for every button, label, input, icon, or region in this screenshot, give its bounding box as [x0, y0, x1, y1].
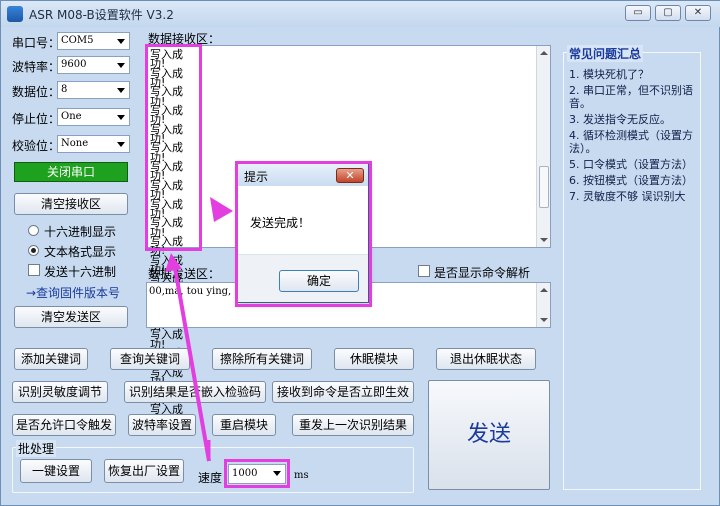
allow-trigger-button[interactable]: 是否允许口令触发 [12, 414, 116, 436]
stop-bits-select[interactable]: One [57, 108, 130, 126]
chevron-down-icon [117, 115, 125, 120]
maximize-button[interactable]: ▢ [655, 5, 681, 21]
show-parse-checkbox[interactable] [418, 265, 430, 277]
faq-item[interactable]: 1. 模块死机了？ [569, 68, 697, 81]
stop-bits-label: 停止位： [12, 112, 61, 126]
scroll-up-icon [540, 288, 548, 292]
minimize-button[interactable]: ▭ [625, 5, 651, 21]
data-bits-select[interactable]: 8 [57, 81, 130, 99]
scroll-thumb[interactable] [539, 166, 549, 208]
faq-item[interactable]: 2. 串口正常，但不识别语音。 [569, 84, 697, 110]
scroll-up-icon [540, 51, 548, 55]
close-port-button[interactable]: 关闭串口 [14, 162, 128, 182]
speed-highlight [224, 459, 290, 488]
send-area-label: 数据发送区： [148, 267, 221, 281]
scroll-down-icon [540, 238, 548, 242]
faq-title: 常见问题汇总 [567, 45, 644, 62]
port-label: 串口号： [12, 36, 61, 50]
sensitivity-button[interactable]: 识别灵敏度调节 [12, 381, 108, 403]
baud-setting-button[interactable]: 波特率设置 [128, 414, 196, 436]
parity-value: None [61, 138, 89, 149]
clear-receive-button[interactable]: 清空接收区 [14, 193, 128, 215]
chevron-down-icon [117, 142, 125, 147]
parity-label: 校验位： [12, 139, 61, 153]
speed-unit: ms [294, 470, 309, 481]
dialog-highlight [235, 161, 372, 307]
stop-bits-value: One [61, 111, 82, 122]
hex-display-label: 十六进制显示 [44, 225, 117, 239]
scroll-down-icon [540, 318, 548, 322]
text-display-label: 文本格式显示 [44, 245, 117, 259]
query-keyword-button[interactable]: 查询关键词 [110, 348, 190, 370]
send-text: 00,ma, tou ying, [149, 286, 232, 297]
data-bits-label: 数据位： [12, 85, 61, 99]
send-button[interactable]: 发送 [428, 380, 550, 490]
close-window-button[interactable]: ✕ [685, 5, 711, 21]
one-key-setup-button[interactable]: 一键设置 [20, 459, 92, 483]
receive-scrollbar[interactable] [536, 46, 550, 247]
restart-module-button[interactable]: 重启模块 [212, 414, 276, 436]
clear-send-button[interactable]: 清空发送区 [14, 306, 128, 328]
baud-select[interactable]: 9600 [57, 56, 130, 74]
app-icon [7, 6, 23, 22]
hex-display-radio[interactable] [28, 225, 39, 236]
add-keyword-button[interactable]: 添加关键词 [14, 348, 88, 370]
query-firmware-link[interactable]: →查询固件版本号 [26, 284, 120, 301]
cmd-immediate-button[interactable]: 接收到命令是否立即生效 [272, 381, 414, 403]
baud-label: 波特率： [12, 60, 61, 74]
show-parse-label: 是否显示命令解析 [434, 266, 531, 280]
faq-item[interactable]: 7. 灵敏度不够 误识别大 [569, 190, 697, 203]
text-display-radio[interactable] [28, 245, 39, 256]
exit-sleep-button[interactable]: 退出休眠状态 [436, 348, 536, 370]
send-scrollbar[interactable] [536, 283, 550, 327]
erase-keywords-button[interactable]: 擦除所有关键词 [212, 348, 312, 370]
speed-label: 速度 [198, 471, 223, 485]
chevron-down-icon [117, 39, 125, 44]
port-value: COM5 [61, 35, 94, 46]
faq-item[interactable]: 3. 发送指令无反应。 [569, 113, 697, 126]
faq-list: 1. 模块死机了？ 2. 串口正常，但不识别语音。 3. 发送指令无反应。 4.… [569, 68, 697, 206]
send-hex-label: 发送十六进制 [44, 265, 117, 279]
faq-item[interactable]: 6. 按钮模式（设置方法） [569, 174, 697, 187]
data-bits-value: 8 [61, 84, 68, 95]
resend-last-button[interactable]: 重发上一次识别结果 [292, 414, 414, 436]
sleep-module-button[interactable]: 休眠模块 [334, 348, 414, 370]
chevron-down-icon [117, 88, 125, 93]
parity-select[interactable]: None [57, 135, 130, 153]
receive-highlight [145, 44, 202, 251]
batch-title: 批处理 [16, 440, 57, 457]
baud-value: 9600 [61, 59, 87, 70]
chevron-down-icon [117, 63, 125, 68]
faq-item[interactable]: 5. 口令模式（设置方法） [569, 158, 697, 171]
factory-reset-button[interactable]: 恢复出厂设置 [104, 459, 184, 483]
faq-item[interactable]: 4. 循环检测模式（设置方法）。 [569, 129, 697, 155]
port-select[interactable]: COM5 [57, 32, 130, 50]
result-checkcode-button[interactable]: 识别结果是否嵌入检验码 [124, 381, 266, 403]
title-bar: ASR M08-B设置软件 V3.2 ▭ ▢ ✕ [1, 1, 720, 27]
send-hex-checkbox[interactable] [28, 264, 40, 276]
window-title: ASR M08-B设置软件 V3.2 [29, 8, 174, 22]
